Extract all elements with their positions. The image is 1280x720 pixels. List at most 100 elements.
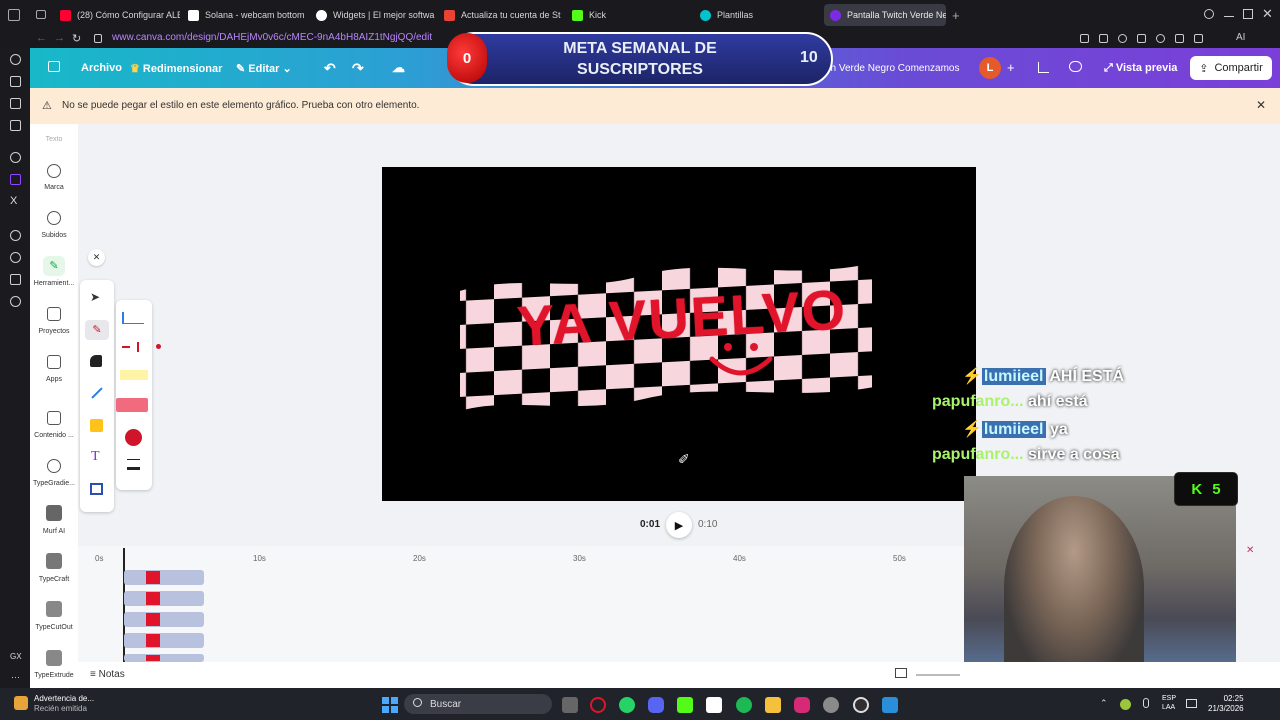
comment-icon[interactable] [1069,61,1082,72]
insights-icon[interactable] [1038,62,1049,73]
history-icon[interactable] [10,54,21,65]
compartir-button[interactable]: ⇪ Compartir [1190,56,1272,80]
browser-extensions-icon[interactable] [1080,34,1230,44]
sidebar-item-texto[interactable]: Texto [30,136,78,143]
select-pointer-icon[interactable]: ➤ [90,290,100,304]
close-window-icon[interactable]: ✕ [1262,6,1273,22]
taskbar-clock[interactable]: 02:25 21/3/2026 [1208,694,1244,714]
instagram-icon[interactable] [794,697,810,713]
forward-icon[interactable]: → [54,32,65,44]
search-icon[interactable] [1204,9,1214,19]
settings-app-icon[interactable] [823,697,839,713]
more-icon[interactable]: ··· [11,672,20,682]
tab-solana[interactable]: Solana - webcam bottom [188,4,308,26]
new-tab-icon[interactable]: + [952,8,960,23]
sidebar-item-typeextrude[interactable]: TypeExtrude [30,672,78,679]
chatgpt-icon[interactable] [10,152,21,163]
timeline-clip[interactable] [124,654,204,662]
editar-menu[interactable]: ✎ Editar ⌄ [236,62,292,75]
settings-icon[interactable] [10,296,21,307]
vista-previa-button[interactable]: ⤢ Vista previa [1104,62,1177,75]
desktop-app-icon[interactable] [882,697,898,713]
marker-brush-option[interactable] [122,342,161,352]
timeline-clip[interactable] [124,570,204,585]
color-swatch[interactable] [125,429,142,446]
image-icon[interactable] [10,98,21,109]
cloud-save-icon[interactable]: ☁ [392,60,405,76]
camera-icon[interactable] [10,76,21,87]
taskbar-search[interactable]: Buscar [404,694,552,714]
brand-icon[interactable] [47,164,61,178]
typeextrude-icon[interactable] [46,650,62,666]
tab-plantillas[interactable]: Plantillas [700,4,820,26]
eraser-option[interactable] [116,398,148,412]
pen-brush-option[interactable] [122,312,144,324]
whatsapp-icon[interactable] [619,697,635,713]
folder-icon[interactable] [47,307,61,321]
discord-icon[interactable] [648,697,664,713]
tab-kick[interactable]: Kick [572,4,692,26]
capcut-icon[interactable] [706,697,722,713]
timeline-clip[interactable] [124,591,204,606]
apps-grid-icon[interactable] [47,355,61,369]
sidebar-item-typegradient[interactable]: TypeGradie... [30,480,78,487]
clock-icon[interactable] [10,252,21,263]
tab-gmail[interactable]: Actualiza tu cuenta de St [444,4,564,26]
sidebar-item-proyectos[interactable]: Proyectos [30,328,78,335]
opera-gx-icon[interactable] [590,697,606,713]
timeline-clip[interactable] [124,612,204,627]
sidebar-item-herramientas[interactable]: Herramient... [30,280,78,287]
gx-icon[interactable]: GX [10,652,22,661]
page-view-icon[interactable] [895,668,907,678]
close-warning-icon[interactable]: ✕ [1256,98,1266,112]
sidebar-item-typecutout[interactable]: TypeCutOut [30,624,78,631]
sidebar-item-marca[interactable]: Marca [30,184,78,191]
windows-start-icon[interactable] [382,697,398,713]
spotify-icon[interactable] [736,697,752,713]
ai-button[interactable]: AI [1236,32,1245,43]
close-side-panel-icon[interactable]: ✕ [1246,545,1254,556]
upload-cloud-icon[interactable] [47,211,61,225]
back-icon[interactable]: ← [36,32,47,44]
timeline-clip[interactable] [124,633,204,648]
task-view-icon[interactable] [562,697,578,713]
archivo-menu[interactable]: Archivo [81,62,122,74]
reload-icon[interactable]: ↻ [72,32,81,45]
shapes-icon[interactable] [90,355,102,367]
typegradient-icon[interactable] [47,459,61,473]
home-icon[interactable] [48,61,60,72]
taskbar-notification[interactable]: Advertencia de... Recién emitida [34,694,94,714]
play-button[interactable]: ▶ [666,512,692,538]
sidebar-item-subidos[interactable]: Subidos [30,232,78,239]
m-logo-icon[interactable] [10,120,21,131]
maximize-icon[interactable] [1243,9,1253,19]
stroke-weight-icon[interactable] [127,459,140,470]
typecutout-icon[interactable] [46,601,62,617]
design-canvas[interactable]: YA VUELVO ✐ [382,167,976,501]
x-icon[interactable]: X [10,195,17,207]
keyboard-language[interactable]: ESP LAA [1162,694,1176,712]
add-collaborator-icon[interactable]: + [1007,60,1015,75]
tab-canva-active[interactable]: Pantalla Twitch Verde Neg [824,4,946,26]
highlighter-brush-option[interactable] [120,370,148,380]
tab-youtube[interactable]: (28) Cómo Configurar ALE [60,4,180,26]
pen-tool-icon[interactable]: ✎ [85,320,109,340]
sticky-note-icon[interactable] [90,419,103,432]
text-tool-icon[interactable]: T [91,449,100,465]
microphone-icon[interactable] [1143,698,1149,708]
url-field[interactable]: www.canva.com/design/DAHEjMv0v6c/cMEC-9n… [112,32,432,43]
browser-menu-icon[interactable] [8,9,20,21]
tools-icon[interactable]: ✎ [43,256,65,276]
table-tool-icon[interactable] [90,483,103,495]
tray-chevron-icon[interactable]: ⌃ [1100,698,1108,709]
tab-widgets[interactable]: Widgets | El mejor softwa [316,4,436,26]
notes-button[interactable]: ≡ Notas [90,669,125,680]
minimize-icon[interactable] [1224,16,1234,17]
avatar[interactable]: L [979,57,1001,79]
network-icon[interactable] [1186,699,1197,708]
sidebar-item-apps[interactable]: Apps [30,376,78,383]
sidebar-item-typecraft[interactable]: TypeCraft [30,576,78,583]
typecraft-icon[interactable] [46,553,62,569]
murf-ai-icon[interactable] [46,505,62,521]
sidebar-item-murf[interactable]: Murf AI [30,528,78,535]
